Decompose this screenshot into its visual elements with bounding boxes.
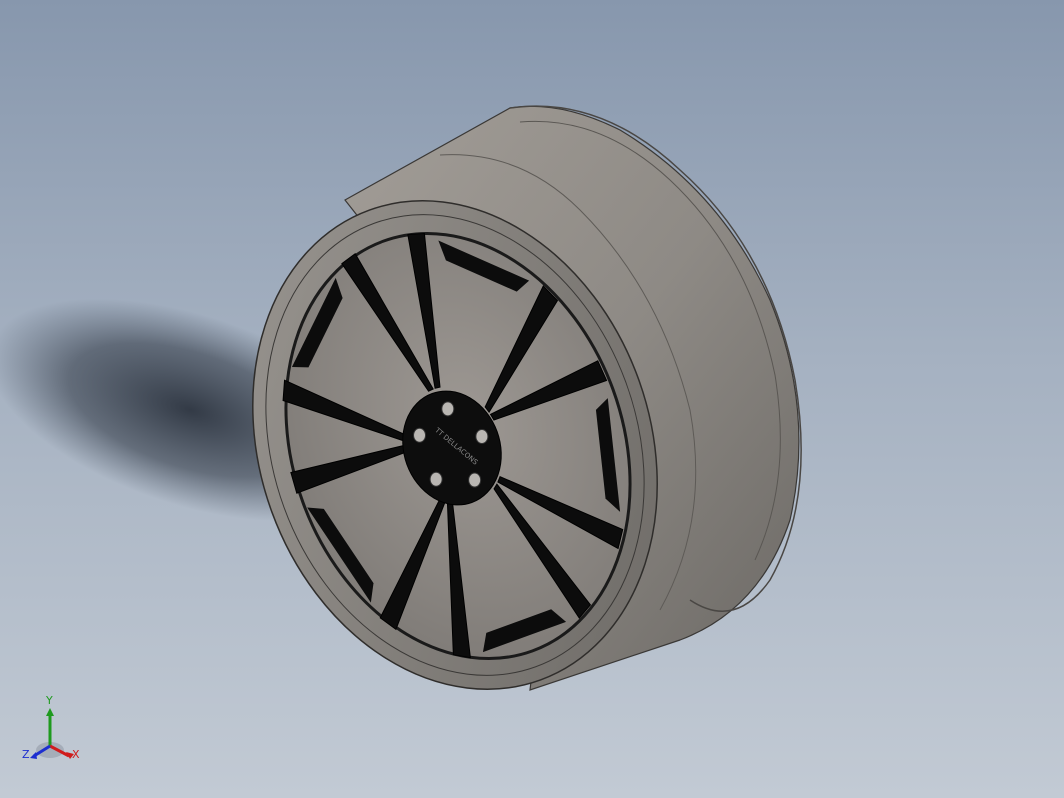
lug-hole-4 bbox=[413, 427, 427, 443]
lug-hole-0 bbox=[441, 401, 455, 417]
triad-z-label: Z bbox=[22, 748, 30, 761]
lug-hole-3 bbox=[429, 471, 443, 487]
triad-y-label: Y bbox=[46, 694, 53, 707]
orientation-triad: Y X Z bbox=[14, 694, 84, 776]
triad-x-label: X bbox=[72, 748, 80, 761]
triad-z-arrow bbox=[30, 752, 37, 759]
graphics-viewport[interactable]: TT DELLACONS Y X Z bbox=[0, 0, 1064, 798]
lug-hole-1 bbox=[475, 429, 489, 445]
triad-y-arrow bbox=[46, 708, 54, 716]
lug-hole-2 bbox=[468, 472, 482, 488]
wheel-model[interactable]: TT DELLACONS bbox=[0, 0, 1064, 798]
